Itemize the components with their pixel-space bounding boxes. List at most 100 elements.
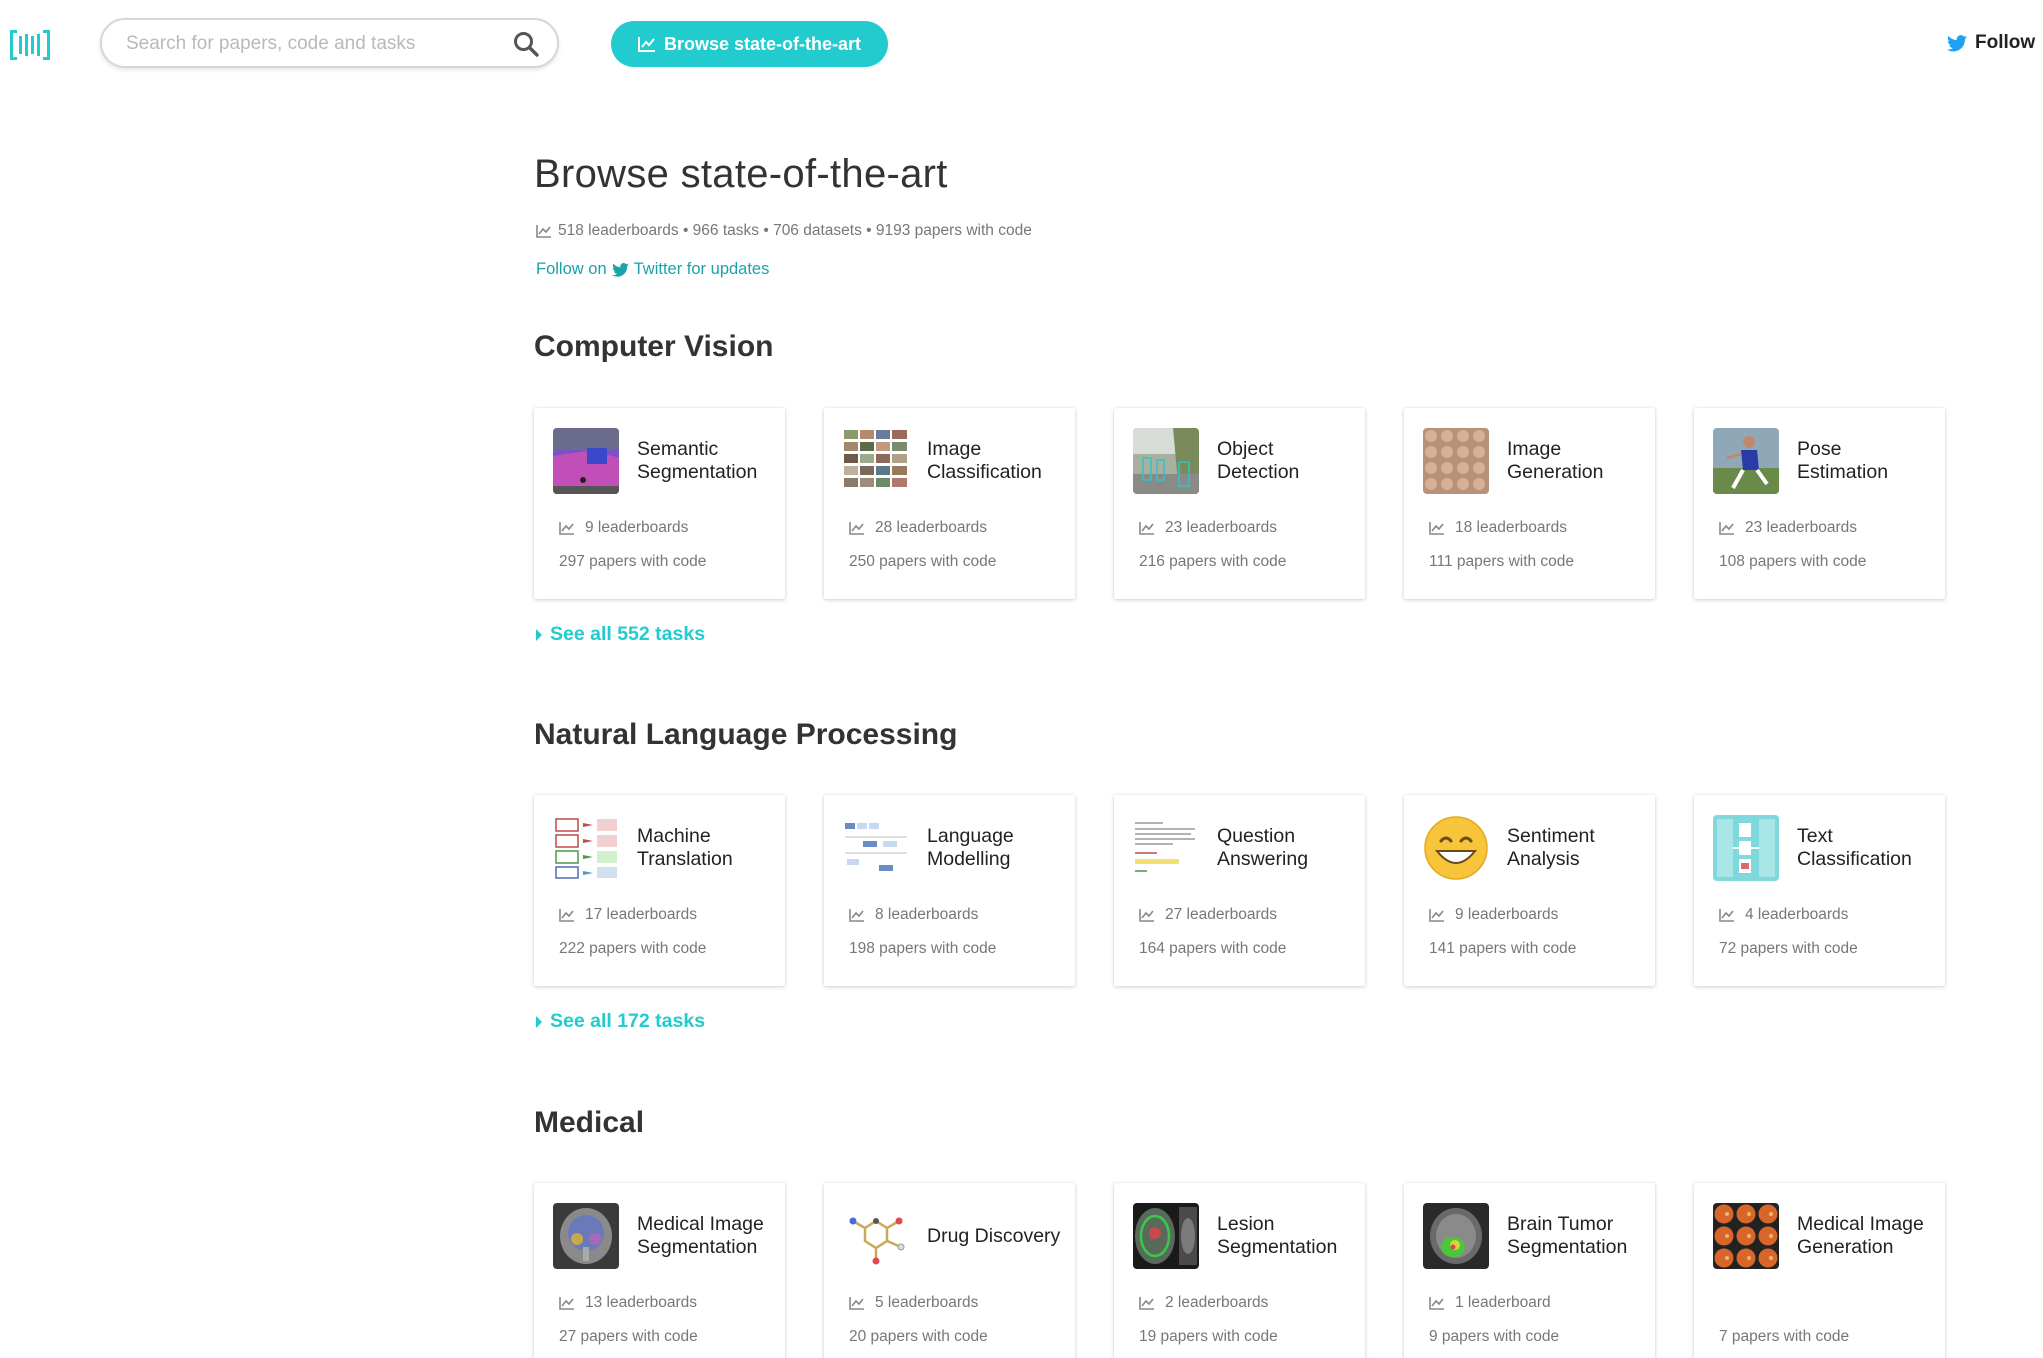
leaderboards-count: 18 leaderboards: [1455, 519, 1568, 536]
leaderboards-count: 27 leaderboards: [1165, 906, 1278, 923]
card-title: Language Modelling: [927, 825, 1014, 870]
site-stats-text: 518 leaderboards • 966 tasks • 706 datas…: [558, 222, 1032, 239]
twitter-updates-link[interactable]: Follow on Twitter for updates: [536, 260, 769, 279]
leaderboards-count: 23 leaderboards: [1165, 519, 1278, 536]
card-title: Question Answering: [1217, 825, 1309, 870]
papers-count: 141 papers with code: [1429, 940, 1577, 957]
chart-icon: [1139, 909, 1154, 922]
card-title: Semantic Segmentation: [637, 438, 758, 483]
image-grid-thumb: [843, 428, 909, 494]
browse-sota-button[interactable]: Browse state-of-the-art: [611, 21, 888, 67]
card-leaderboards: 17 leaderboards: [559, 906, 697, 924]
papers-count: 72 papers with code: [1719, 940, 1858, 957]
leaderboards-count: 4 leaderboards: [1745, 906, 1849, 923]
retina-grid-thumb: [1713, 1203, 1779, 1269]
task-card[interactable]: Image Generation 18 leaderboards 111 pap…: [1404, 408, 1655, 599]
card-title: Drug Discovery: [927, 1224, 1061, 1247]
card-leaderboards: 9 leaderboards: [559, 519, 688, 537]
chart-icon: [1719, 522, 1734, 535]
chart-icon: [1719, 909, 1734, 922]
card-row-nlp: Machine Translation 17 leaderboards 222 …: [534, 795, 1945, 986]
task-card[interactable]: Drug Discovery 5 leaderboards 20 papers …: [824, 1183, 1075, 1358]
leaderboards-count: 17 leaderboards: [585, 906, 698, 923]
papers-count: 198 papers with code: [849, 940, 997, 957]
section-title-nlp: Natural Language Processing: [534, 718, 958, 751]
leaderboards-count: 9 leaderboards: [585, 519, 689, 536]
see-all-label: See all 552 tasks: [550, 623, 706, 645]
card-title: Pose Estimation: [1797, 438, 1889, 483]
follow-prefix: Follow on: [536, 260, 607, 278]
card-title: Medical Image Generation: [1797, 1213, 1924, 1258]
leaderboards-count: 23 leaderboards: [1745, 519, 1858, 536]
search-icon[interactable]: [513, 31, 539, 57]
molecule-thumb: [843, 1203, 909, 1269]
card-title: Machine Translation: [637, 825, 733, 870]
chart-icon: [559, 1297, 574, 1310]
chart-icon: [1429, 909, 1444, 922]
segmentation-thumb: [553, 428, 619, 494]
card-title: Object Detection: [1217, 438, 1300, 483]
card-row-medical: Medical Image Segmentation 13 leaderboar…: [534, 1183, 1945, 1358]
browse-sota-label: Browse state-of-the-art: [663, 33, 862, 54]
brain-thumb: [1423, 1203, 1489, 1269]
card-title: Lesion Segmentation: [1217, 1213, 1338, 1258]
card-leaderboards: 1 leaderboard: [1429, 1294, 1551, 1312]
search-box[interactable]: [100, 18, 559, 68]
papers-count: 9 papers with code: [1429, 1328, 1560, 1345]
see-all-cv-link[interactable]: See all 552 tasks: [536, 623, 705, 646]
papers-count: 20 papers with code: [849, 1328, 988, 1345]
task-card[interactable]: Text Classification 4 leaderboards 72 pa…: [1694, 795, 1945, 986]
card-title: Sentiment Analysis: [1507, 825, 1595, 870]
papers-count: 108 papers with code: [1719, 553, 1867, 570]
task-card[interactable]: Object Detection 23 leaderboards 216 pap…: [1114, 408, 1365, 599]
card-leaderboards: 8 leaderboards: [849, 906, 978, 924]
chart-icon: [559, 522, 574, 535]
follow-suffix: Twitter for updates: [633, 260, 770, 278]
lm-diagram-thumb: [843, 815, 909, 881]
leaderboards-count: 9 leaderboards: [1455, 906, 1559, 923]
task-card[interactable]: Lesion Segmentation 2 leaderboards 19 pa…: [1114, 1183, 1365, 1358]
papers-count: 7 papers with code: [1719, 1328, 1850, 1345]
logo-icon[interactable]: [10, 28, 50, 62]
card-leaderboards: 23 leaderboards: [1139, 519, 1277, 537]
card-leaderboards: 23 leaderboards: [1719, 519, 1857, 537]
chart-icon: [1429, 522, 1444, 535]
task-card[interactable]: Machine Translation 17 leaderboards 222 …: [534, 795, 785, 986]
task-card[interactable]: Brain Tumor Segmentation 1 leaderboard 9…: [1404, 1183, 1655, 1358]
papers-count: 111 papers with code: [1429, 553, 1575, 570]
card-title: Image Generation: [1507, 438, 1604, 483]
follow-label: Follow: [1975, 32, 2036, 53]
task-card[interactable]: Language Modelling 8 leaderboards 198 pa…: [824, 795, 1075, 986]
card-title: Medical Image Segmentation: [637, 1213, 764, 1258]
task-card[interactable]: Medical Image Segmentation 13 leaderboar…: [534, 1183, 785, 1358]
lesion-thumb: [1133, 1203, 1199, 1269]
task-card[interactable]: Pose Estimation 23 leaderboards 108 pape…: [1694, 408, 1945, 599]
papers-count: 19 papers with code: [1139, 1328, 1278, 1345]
card-leaderboards: 2 leaderboards: [1139, 1294, 1268, 1312]
card-leaderboards: 28 leaderboards: [849, 519, 987, 537]
papers-count: 250 papers with code: [849, 553, 997, 570]
task-card[interactable]: Question Answering 27 leaderboards 164 p…: [1114, 795, 1365, 986]
see-all-nlp-link[interactable]: See all 172 tasks: [536, 1010, 705, 1033]
chart-icon: [559, 909, 574, 922]
search-input[interactable]: [126, 30, 496, 58]
caret-right-icon: [536, 628, 542, 641]
card-title: Image Classification: [927, 438, 1042, 483]
card-leaderboards: 4 leaderboards: [1719, 906, 1848, 924]
street-thumb: [1133, 428, 1199, 494]
chart-icon: [849, 522, 864, 535]
leaderboards-count: 8 leaderboards: [875, 906, 979, 923]
twitter-icon: [611, 262, 629, 277]
chart-icon: [1139, 522, 1154, 535]
chart-icon: [849, 909, 864, 922]
task-card[interactable]: Medical Image Generation 7 papers with c…: [1694, 1183, 1945, 1358]
papers-count: 164 papers with code: [1139, 940, 1287, 957]
task-card[interactable]: Image Classification 28 leaderboards 250…: [824, 408, 1075, 599]
task-card[interactable]: Sentiment Analysis 9 leaderboards 141 pa…: [1404, 795, 1655, 986]
leaderboards-count: 2 leaderboards: [1165, 1294, 1269, 1311]
caret-right-icon: [536, 1015, 542, 1028]
twitter-follow-button[interactable]: Follow: [1947, 32, 2035, 54]
qa-text-thumb: [1133, 815, 1199, 881]
card-leaderboards: 13 leaderboards: [559, 1294, 697, 1312]
task-card[interactable]: Semantic Segmentation 9 leaderboards 297…: [534, 408, 785, 599]
